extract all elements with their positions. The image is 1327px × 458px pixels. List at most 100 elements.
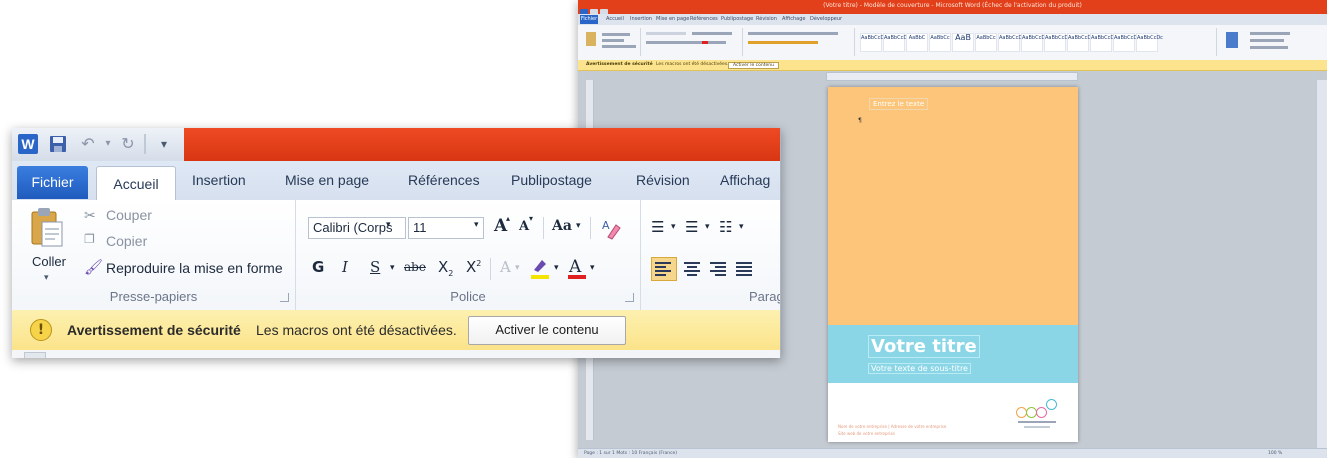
format-painter-button[interactable]: Reproduire la mise en forme bbox=[106, 260, 283, 276]
zoom-level[interactable]: 100 % bbox=[1268, 451, 1282, 456]
enable-content-button[interactable]: Activer le contenu bbox=[468, 316, 626, 345]
document-page[interactable]: Entrez le texte ¶ Votre titre Votre text… bbox=[828, 87, 1078, 442]
chevron-down-icon[interactable]: ▾ bbox=[386, 219, 391, 230]
tab-developer[interactable]: Développeur bbox=[810, 16, 842, 22]
chevron-down-icon[interactable]: ▾ bbox=[474, 219, 479, 230]
underline-button[interactable]: S bbox=[370, 258, 380, 276]
tab-references[interactable]: Références bbox=[690, 16, 718, 22]
svg-text:A: A bbox=[568, 257, 582, 277]
style-item[interactable]: AaB bbox=[952, 33, 974, 52]
warning-message: Les macros ont été désactivées. bbox=[256, 322, 457, 338]
word-icon[interactable]: W bbox=[18, 134, 38, 154]
paragraph-group: ☰ ▾ ☰ ▾ ☷ ▾ Paragr bbox=[641, 200, 780, 310]
scissors-icon: ✂ bbox=[84, 207, 96, 223]
style-item[interactable]: AaBbCcDc bbox=[883, 33, 910, 52]
style-item[interactable]: AaBbCcDc bbox=[860, 33, 887, 52]
paste-icon[interactable] bbox=[28, 206, 64, 250]
tab-file[interactable]: Fichier bbox=[580, 15, 598, 24]
paragraph-group bbox=[744, 28, 855, 56]
status-bar: Page : 1 sur 1 Mots : 10 Français (Franc… bbox=[578, 448, 1327, 458]
tab-file[interactable]: Fichier bbox=[17, 166, 88, 199]
tab-layout[interactable]: Mise en page bbox=[285, 172, 369, 188]
superscript-button[interactable]: X2 bbox=[466, 258, 481, 276]
style-item[interactable]: AaBbCc bbox=[975, 33, 997, 52]
change-case-button[interactable]: Aa bbox=[552, 218, 572, 234]
chevron-down-icon[interactable]: ▾ bbox=[739, 221, 744, 232]
document-subtitle[interactable]: Votre texte de sous-titre bbox=[868, 363, 971, 374]
dialog-launcher-icon[interactable] bbox=[625, 293, 634, 302]
font-name-combo[interactable]: Calibri (Corps bbox=[308, 217, 406, 239]
tab-review[interactable]: Révision bbox=[756, 16, 777, 22]
ribbon-home: Coller ▾ ✂ Couper ❐ Copier 🖌 Reproduire … bbox=[12, 200, 780, 311]
font-size-value: 11 bbox=[413, 220, 427, 235]
tab-home[interactable]: Accueil bbox=[606, 16, 624, 22]
strikethrough-button[interactable]: abe bbox=[404, 260, 426, 274]
font-color-button[interactable]: A bbox=[566, 255, 588, 281]
chevron-down-icon[interactable]: ▾ bbox=[98, 134, 118, 154]
style-item[interactable]: AaBbCc bbox=[929, 33, 951, 52]
text-effects-button[interactable]: A bbox=[500, 258, 511, 276]
paste-button[interactable]: Coller bbox=[32, 254, 66, 269]
tab-references[interactable]: Références bbox=[408, 172, 480, 188]
tab-view[interactable]: Affichage bbox=[782, 16, 806, 22]
format-painter-icon: 🖌 bbox=[84, 259, 104, 276]
chevron-down-icon[interactable]: ▾ bbox=[590, 262, 595, 273]
grow-arrow-icon: ▴ bbox=[506, 214, 511, 223]
style-item[interactable]: AaBbCcDc bbox=[1113, 33, 1140, 52]
style-item[interactable]: AaBbCcDc bbox=[1067, 33, 1094, 52]
text-placeholder[interactable]: Entrez le texte bbox=[869, 98, 929, 110]
copy-icon: ❐ bbox=[84, 232, 95, 246]
align-center-button[interactable] bbox=[681, 258, 703, 278]
highlight-color-button[interactable] bbox=[528, 256, 552, 280]
warning-message: Les macros ont été désactivées. bbox=[656, 62, 729, 67]
clear-formatting-icon[interactable]: A bbox=[598, 215, 624, 241]
font-size-combo[interactable]: 11 bbox=[408, 217, 484, 239]
chevron-down-icon[interactable]: ▾ bbox=[554, 262, 559, 273]
tab-insert[interactable]: Insertion bbox=[630, 16, 652, 22]
redo-icon[interactable]: ↻ bbox=[118, 134, 138, 154]
subscript-button[interactable]: X2 bbox=[438, 258, 453, 278]
copy-button[interactable]: Copier bbox=[106, 233, 147, 249]
italic-button[interactable]: I bbox=[342, 258, 348, 276]
tab-mailings[interactable]: Publipostage bbox=[721, 16, 753, 22]
company-logo bbox=[1016, 397, 1060, 431]
tab-home[interactable]: Accueil bbox=[96, 166, 176, 201]
style-item[interactable]: AaBbCcDc bbox=[1090, 33, 1117, 52]
dialog-launcher-icon[interactable] bbox=[280, 293, 289, 302]
justify-button[interactable] bbox=[733, 258, 755, 278]
multilevel-list-icon[interactable]: ☷ bbox=[719, 218, 732, 236]
tab-layout[interactable]: Mise en page bbox=[656, 16, 689, 22]
align-left-button[interactable] bbox=[651, 257, 677, 281]
ruler-toggle-button[interactable] bbox=[24, 352, 46, 358]
style-item[interactable]: AaBbCcDc bbox=[1021, 33, 1048, 52]
align-right-button[interactable] bbox=[707, 258, 729, 278]
chevron-down-icon[interactable]: ▾ bbox=[576, 220, 581, 231]
bold-button[interactable]: G bbox=[312, 258, 324, 276]
style-item[interactable]: AaBbC bbox=[906, 33, 928, 52]
undo-icon[interactable]: ↶ bbox=[78, 134, 98, 154]
style-item[interactable]: AaBbCcDc bbox=[1044, 33, 1071, 52]
chevron-down-icon[interactable]: ▾ bbox=[390, 262, 395, 273]
save-icon[interactable] bbox=[48, 134, 68, 154]
document-title[interactable]: Votre titre bbox=[868, 335, 980, 358]
tab-insert[interactable]: Insertion bbox=[192, 172, 246, 188]
paragraph-mark: ¶ bbox=[858, 117, 862, 124]
shrink-font-button[interactable]: A bbox=[519, 219, 529, 234]
tab-review[interactable]: Révision bbox=[636, 172, 690, 188]
document-area-edge bbox=[12, 350, 780, 358]
customize-toolbar-icon[interactable]: ▾ bbox=[154, 134, 174, 154]
tab-view[interactable]: Affichag bbox=[720, 172, 770, 188]
cut-button[interactable]: Couper bbox=[106, 207, 152, 223]
style-item[interactable]: AaBbCcDc bbox=[1136, 33, 1163, 52]
numbering-icon[interactable]: ☰ bbox=[685, 218, 698, 236]
bullets-icon[interactable]: ☰ bbox=[651, 218, 664, 236]
chevron-down-icon[interactable]: ▾ bbox=[671, 221, 676, 232]
tab-mailings[interactable]: Publipostage bbox=[511, 172, 592, 188]
vertical-scrollbar[interactable] bbox=[1316, 80, 1327, 448]
enable-content-button[interactable]: Activer le contenu bbox=[728, 62, 779, 69]
chevron-down-icon[interactable]: ▾ bbox=[44, 272, 49, 283]
style-item[interactable]: AaBbCcDc bbox=[998, 33, 1025, 52]
horizontal-ruler[interactable] bbox=[826, 72, 1078, 81]
chevron-down-icon[interactable]: ▾ bbox=[515, 262, 520, 273]
chevron-down-icon[interactable]: ▾ bbox=[705, 221, 710, 232]
